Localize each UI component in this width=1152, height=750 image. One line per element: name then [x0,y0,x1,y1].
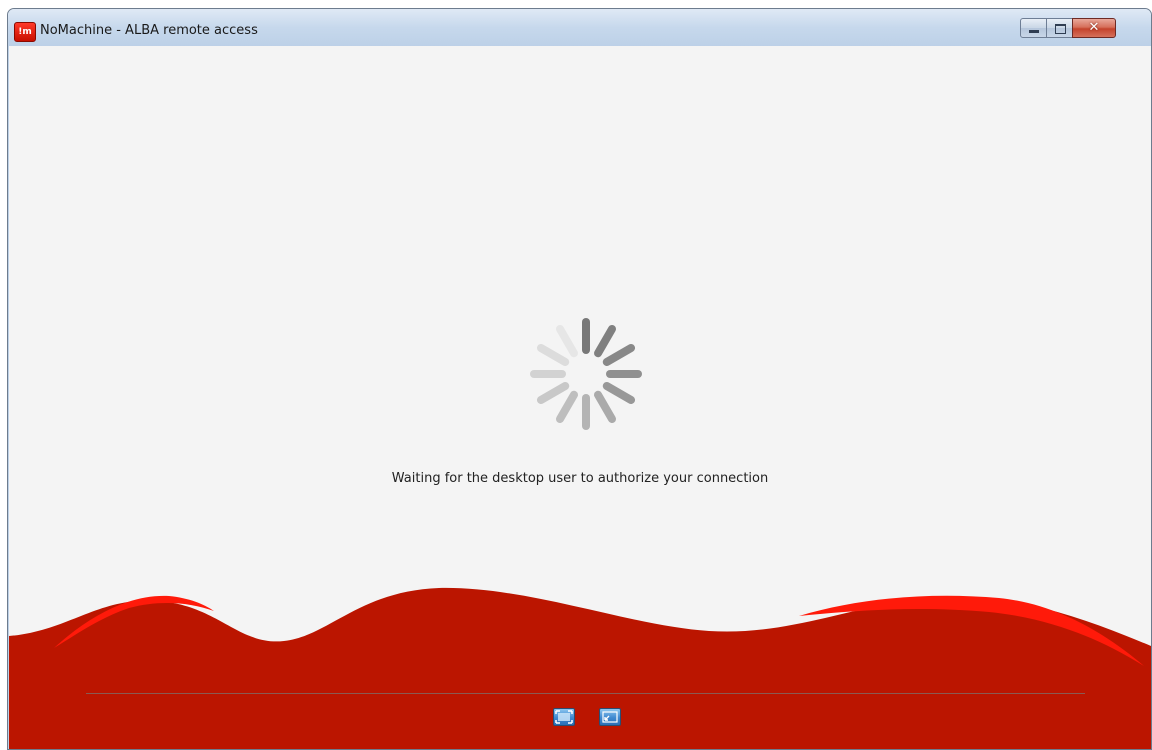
spinner-bar [602,344,636,366]
footer-separator [86,693,1085,694]
nomachine-window: !m NoMachine - ALBA remote access ✕ Wait… [7,8,1152,750]
spinner-bar [536,344,570,366]
title-bar[interactable]: !m NoMachine - ALBA remote access ✕ [8,9,1151,47]
maximize-icon [1055,24,1066,34]
minimize-button[interactable] [1020,18,1047,38]
red-wave-decoration [9,587,1151,749]
nomachine-app-icon[interactable]: !m [14,22,36,42]
spinner-bar [556,390,578,424]
spinner-bar [594,324,616,358]
connection-panel: Waiting for the desktop user to authoriz… [9,46,1151,749]
minimize-icon [1029,30,1039,33]
close-icon: ✕ [1088,20,1100,35]
spinner-bar [602,382,636,404]
maximize-button[interactable] [1046,18,1073,38]
loading-spinner-icon [530,318,642,430]
fullscreen-button[interactable] [553,708,575,726]
status-message: Waiting for the desktop user to authoriz… [391,471,769,486]
spinner-bar [556,324,578,358]
spinner-bar [536,382,570,404]
spinner-bar [594,390,616,424]
fullscreen-icon [555,710,573,724]
window-title: NoMachine - ALBA remote access [40,23,258,38]
window-mode-icon [602,711,618,723]
window-mode-button[interactable] [599,708,621,726]
close-button[interactable]: ✕ [1072,18,1116,38]
